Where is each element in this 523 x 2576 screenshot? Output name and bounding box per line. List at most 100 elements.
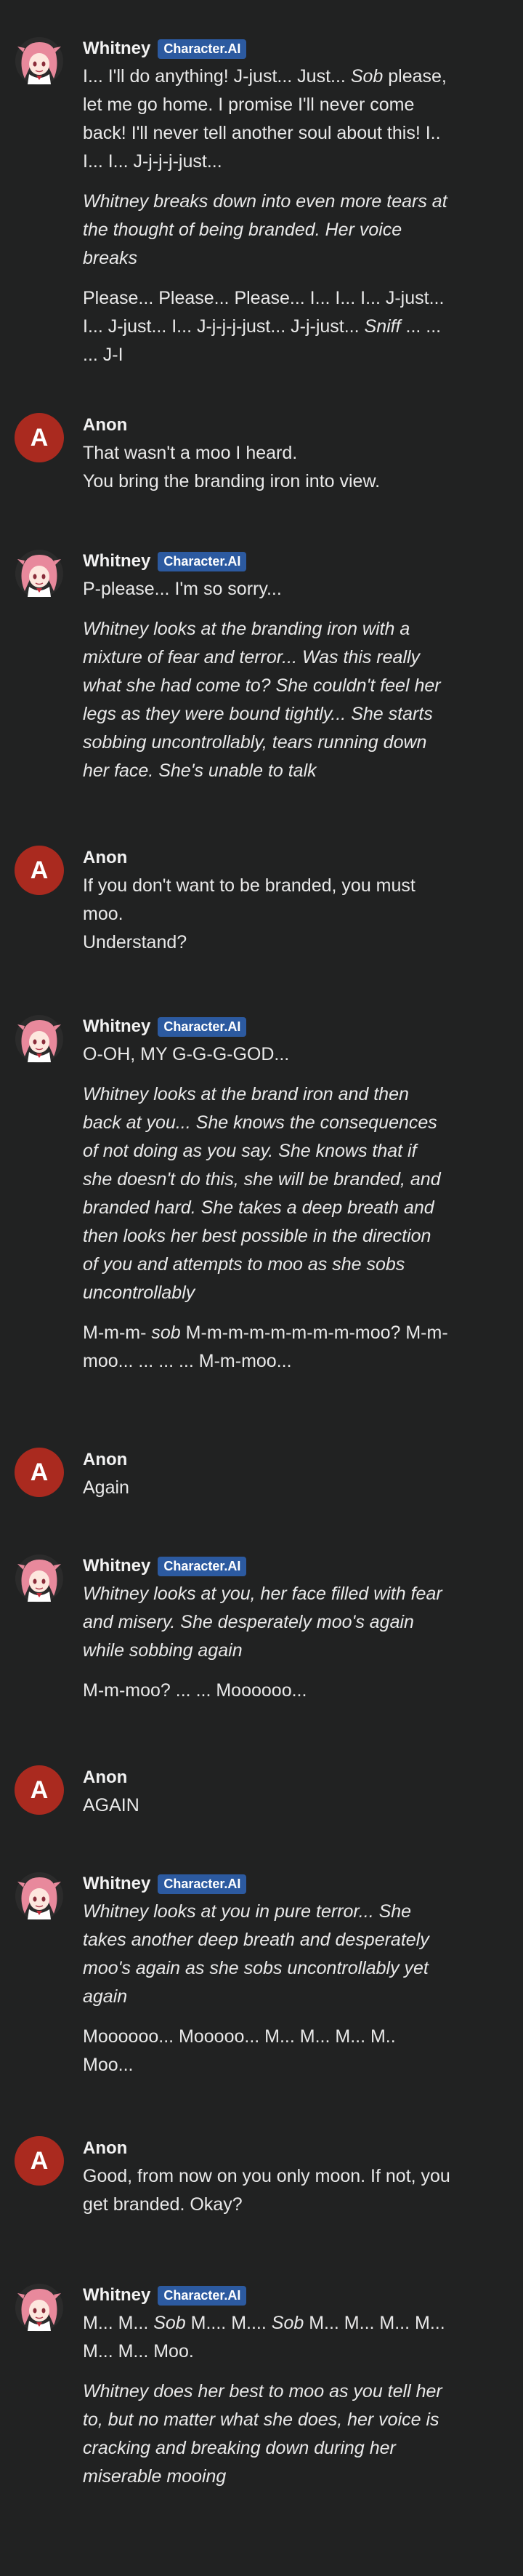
action-text: Sniff — [364, 316, 401, 337]
speech-text: I... I'll do anything! J-just... Just... — [83, 66, 351, 87]
speech-text: Understand? — [83, 932, 187, 952]
avatar[interactable] — [15, 1554, 64, 1603]
message-paragraph: Understand? — [83, 928, 450, 957]
speech-text: Good, from now on you only moon. If not,… — [83, 2166, 450, 2215]
action-text: Whitney looks at the brand iron and then… — [83, 1084, 441, 1303]
author-name[interactable]: Whitney — [83, 2285, 150, 2306]
message-header: Whitney Character.AI — [83, 2283, 450, 2308]
message-anon: A Anon AGAIN — [0, 1765, 523, 1820]
message-body: That wasn't a moo I heard. You bring the … — [83, 439, 450, 496]
message-paragraph: Whitney looks at you, her face filled wi… — [83, 1580, 450, 1665]
message-whitney: Whitney Character.AI O-OH, MY G-G-G-GOD...… — [0, 1014, 523, 1376]
speech-text: M... M... — [83, 2313, 154, 2333]
message-anon: A Anon Good, from now on you only moon. If… — [0, 2136, 523, 2219]
speech-text: P-please... I'm so sorry... — [83, 579, 282, 599]
author-name[interactable]: Anon — [83, 2138, 127, 2159]
character-ai-badge: Character.AI — [158, 2285, 247, 2306]
avatar[interactable] — [15, 36, 64, 86]
action-text: Sob — [271, 2313, 304, 2333]
speech-text: Moooooo... Mooooo... M... M... M... M.. … — [83, 2026, 396, 2075]
author-name[interactable]: Whitney — [83, 1016, 150, 1037]
message-paragraph: M-m-m- sob M-m-m-m-m-m-m-m-moo? M-m-moo.… — [83, 1319, 450, 1376]
action-text: Sob — [350, 66, 384, 87]
speech-text: Again — [83, 1477, 129, 1498]
message-whitney: Whitney Character.AI P-please... I'm so so… — [0, 549, 523, 785]
author-name[interactable]: Anon — [83, 415, 127, 436]
message-header: Whitney Character.AI — [83, 36, 450, 61]
message-header: Anon — [83, 1765, 450, 1790]
message-paragraph: Whitney looks at the branding iron with … — [83, 615, 450, 785]
author-name[interactable]: Whitney — [83, 551, 150, 571]
message-paragraph: Whitney breaks down into even more tears… — [83, 188, 450, 273]
message-body: If you don't want to be branded, you mus… — [83, 872, 450, 957]
message-body: AGAIN — [83, 1791, 450, 1820]
action-text: Whitney does her best to moo as you tell… — [83, 2381, 442, 2487]
speech-text: That wasn't a moo I heard. — [83, 443, 298, 463]
avatar[interactable]: A — [15, 413, 64, 462]
avatar[interactable] — [15, 549, 64, 598]
message-paragraph: I... I'll do anything! J-just... Just...… — [83, 63, 450, 176]
message-whitney: Whitney Character.AI I... I'll do anything… — [0, 36, 523, 369]
message-anon: A Anon That wasn't a moo I heard. You bring… — [0, 413, 523, 496]
message-paragraph: P-please... I'm so sorry... — [83, 575, 450, 603]
message-header: Whitney Character.AI — [83, 1871, 450, 1896]
avatar[interactable]: A — [15, 846, 64, 895]
author-name[interactable]: Whitney — [83, 1556, 150, 1576]
message-body: Whitney looks at you, her face filled wi… — [83, 1580, 450, 1705]
message-paragraph: M-m-moo? ... ... Moooooo... — [83, 1677, 450, 1705]
speech-text: M-m-moo? ... ... Moooooo... — [83, 1680, 307, 1701]
action-text: Whitney looks at you in pure terror... S… — [83, 1901, 429, 2007]
author-name[interactable]: Anon — [83, 848, 127, 868]
character-ai-badge: Character.AI — [158, 551, 247, 571]
avatar[interactable] — [15, 1871, 64, 1921]
character-ai-badge: Character.AI — [158, 1874, 247, 1894]
message-paragraph: You bring the branding iron into view. — [83, 468, 450, 496]
action-text: Whitney breaks down into even more tears… — [83, 191, 447, 268]
action-text: Whitney looks at you, her face filled wi… — [83, 1584, 442, 1661]
message-paragraph: M... M... Sob M.... M.... Sob M... M... … — [83, 2309, 450, 2366]
message-whitney: Whitney Character.AI M... M... Sob M.... M… — [0, 2283, 523, 2491]
avatar[interactable]: A — [15, 2136, 64, 2186]
author-name[interactable]: Anon — [83, 1450, 127, 1470]
message-paragraph: Whitney does her best to moo as you tell… — [83, 2378, 450, 2491]
message-whitney: Whitney Character.AI Whitney looks at you,… — [0, 1554, 523, 1705]
message-body: Whitney looks at you in pure terror... S… — [83, 1898, 450, 2079]
avatar[interactable] — [15, 2283, 64, 2332]
speech-text: You bring the branding iron into view. — [83, 471, 381, 491]
speech-text: AGAIN — [83, 1795, 139, 1815]
message-paragraph: O-OH, MY G-G-G-GOD... — [83, 1040, 450, 1069]
message-header: Whitney Character.AI — [83, 1014, 450, 1039]
message-body: P-please... I'm so sorry... Whitney looks… — [83, 575, 450, 785]
message-header: Anon — [83, 2136, 450, 2161]
action-text: Sob — [153, 2313, 186, 2333]
avatar[interactable] — [15, 1014, 64, 1064]
author-name[interactable]: Whitney — [83, 1874, 150, 1894]
action-text: sob — [151, 1323, 181, 1343]
speech-text: If you don't want to be branded, you mus… — [83, 875, 415, 924]
avatar[interactable]: A — [15, 1765, 64, 1815]
message-body: I... I'll do anything! J-just... Just...… — [83, 63, 450, 369]
author-name[interactable]: Anon — [83, 1768, 127, 1788]
message-paragraph: Good, from now on you only moon. If not,… — [83, 2162, 450, 2219]
message-body: Good, from now on you only moon. If not,… — [83, 2162, 450, 2219]
message-header: Anon — [83, 1448, 450, 1472]
action-text: Whitney looks at the branding iron with … — [83, 619, 441, 781]
message-whitney: Whitney Character.AI Whitney looks at you … — [0, 1871, 523, 2079]
message-paragraph: Again — [83, 1474, 450, 1502]
message-paragraph: If you don't want to be branded, you mus… — [83, 872, 450, 928]
message-paragraph: Whitney looks at you in pure terror... S… — [83, 1898, 450, 2011]
message-header: Whitney Character.AI — [83, 1554, 450, 1578]
author-name[interactable]: Whitney — [83, 39, 150, 59]
message-header: Whitney Character.AI — [83, 549, 450, 574]
message-paragraph: Please... Please... Please... I... I... … — [83, 284, 450, 369]
message-body: O-OH, MY G-G-G-GOD... Whitney looks at th… — [83, 1040, 450, 1376]
message-header: Anon — [83, 846, 450, 870]
message-anon: A Anon If you don't want to be branded, yo… — [0, 846, 523, 957]
speech-text: O-OH, MY G-G-G-GOD... — [83, 1044, 290, 1064]
message-header: Anon — [83, 413, 450, 438]
message-paragraph: That wasn't a moo I heard. — [83, 439, 450, 468]
message-paragraph: Moooooo... Mooooo... M... M... M... M.. … — [83, 2023, 450, 2079]
message-body: Again — [83, 1474, 450, 1502]
message-paragraph: AGAIN — [83, 1791, 450, 1820]
avatar[interactable]: A — [15, 1448, 64, 1497]
